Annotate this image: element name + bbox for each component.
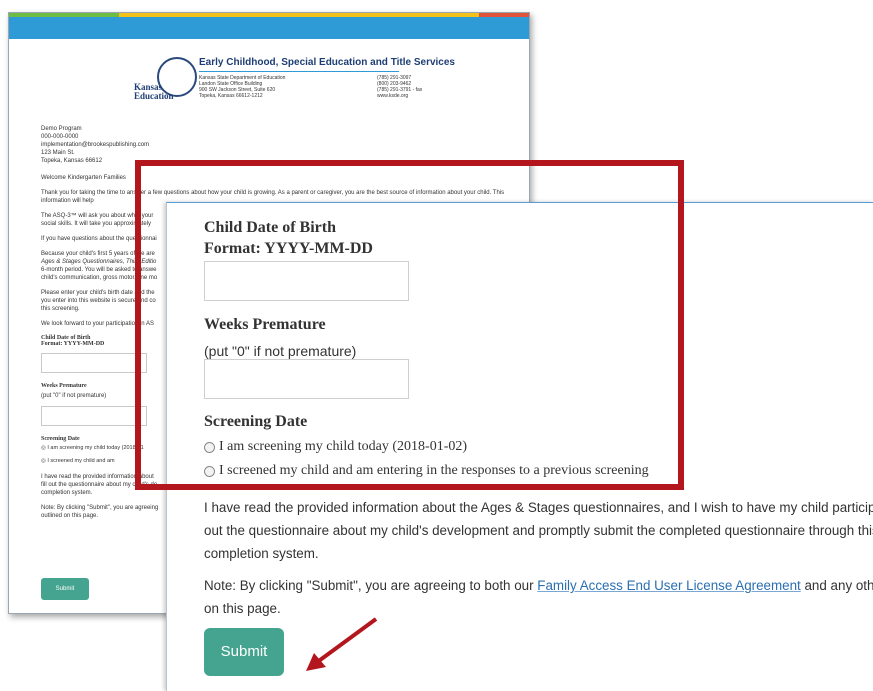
- radio-button-icon[interactable]: [204, 441, 215, 453]
- weeks-hint: (put "0" if not premature): [204, 343, 357, 359]
- header-bar: [9, 13, 529, 39]
- note-paragraph: Note: By clicking "Submit", you are agre…: [204, 578, 873, 616]
- radio-screening-previous[interactable]: I screened my child and am entering in t…: [204, 463, 649, 479]
- divider: [199, 71, 399, 72]
- dob-input[interactable]: [204, 261, 409, 301]
- zoomed-form: Child Date of Birth Format: YYYY-MM-DD W…: [166, 202, 873, 691]
- radio-screening-today[interactable]: I am screening my child today (2018-01-0…: [204, 439, 467, 455]
- submit-button[interactable]: Submit: [204, 628, 284, 676]
- radio-button-icon[interactable]: [204, 465, 215, 477]
- dob-format: Format: YYYY-MM-DD: [204, 240, 373, 257]
- license-agreement-link[interactable]: Family Access End User License Agreement: [537, 578, 800, 593]
- program-address: Demo Program 000-000-0000 implementation…: [41, 125, 519, 165]
- org-address: Kansas State Department of Education Lan…: [199, 75, 286, 99]
- greeting: Welcome Kindergarten Families: [41, 175, 126, 181]
- weeks-field-small[interactable]: [41, 406, 147, 426]
- radio-today-label: I am screening my child today (2018-01-0…: [219, 439, 468, 454]
- weeks-input[interactable]: [204, 359, 409, 399]
- radio-previous-label: I screened my child and am entering in t…: [219, 463, 649, 478]
- address-line: Topeka, Kansas 66612: [41, 158, 103, 164]
- org-title: Early Childhood, Special Education and T…: [199, 57, 455, 68]
- address-line: Demo Program: [41, 126, 82, 132]
- address-line: implementation@brookespublishing.com: [41, 142, 150, 148]
- consent-paragraph: I have read the provided information abo…: [204, 500, 873, 561]
- screening-label: Screening Date: [204, 413, 308, 430]
- logo-text: Kansas Education: [134, 82, 174, 101]
- dob-field-small[interactable]: [41, 353, 147, 373]
- org-header: Kansas Education Early Childhood, Specia…: [9, 39, 529, 119]
- org-phones: (785) 291-3097 (800) 203-9462 (785) 291-…: [377, 75, 423, 99]
- weeks-label: Weeks Premature: [204, 316, 326, 333]
- address-line: 123 Main St.: [41, 150, 75, 156]
- address-line: 000-000-0000: [41, 134, 79, 140]
- submit-button-small[interactable]: Submit: [41, 578, 89, 600]
- dob-label: Child Date of Birth: [204, 219, 336, 236]
